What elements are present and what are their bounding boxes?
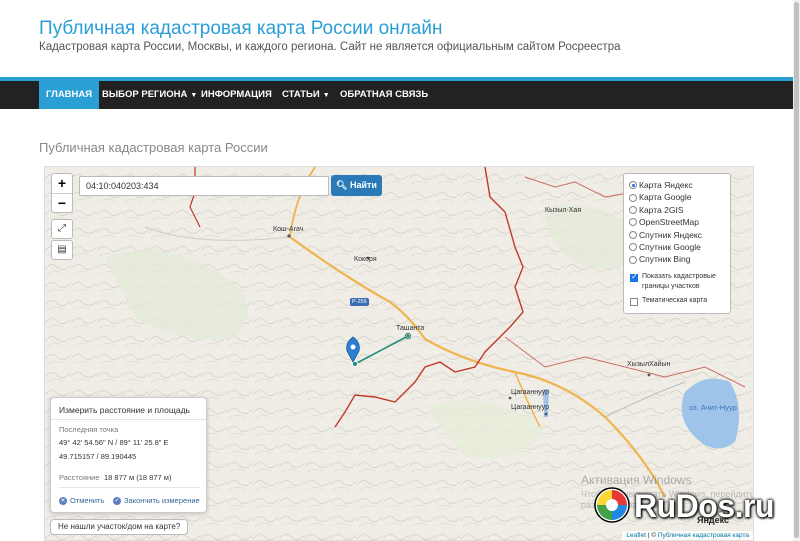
coord-decimal: 49.715157 / 89.190445 [59, 452, 137, 461]
checkbox-label: Показать кадастровые границы участков [642, 272, 716, 290]
expand-icon: ⤢ [58, 223, 66, 234]
layer-label: Карта Яндекс [639, 180, 693, 190]
distance-value: 18 877 м (18 877 м) [104, 473, 172, 482]
check-icon: ✓ [113, 496, 121, 505]
layer-label: Спутник Bing [639, 254, 691, 265]
place-label: Ташанта [396, 325, 425, 332]
fullscreen-button[interactable]: ⤢ [51, 219, 73, 239]
site-title[interactable]: Публичная кадастровая карта России онлай… [39, 18, 442, 40]
layer-option-google-map[interactable]: Карта Google [629, 191, 726, 203]
cancel-measure-button[interactable]: ✕ Отменить [59, 496, 104, 505]
cadastral-search-input[interactable] [79, 176, 329, 196]
layer-label: Карта 2GIS [639, 204, 684, 215]
show-boundaries-option[interactable]: Показать кадастровые границы участков [629, 272, 726, 292]
place-label: Кокоря [354, 256, 377, 263]
layer-option-bing-sat[interactable]: Спутник Bing [629, 253, 726, 265]
thematic-map-option[interactable]: Тематическая карта [629, 296, 726, 306]
radio-button[interactable] [629, 255, 637, 264]
map-attribution: Leaflet | © Публичная кадастровая карта [622, 531, 753, 540]
lake-label: оз. Ачит-Нуур [689, 403, 737, 412]
nav-item-home[interactable]: ГЛАВНАЯ [39, 81, 100, 109]
rudos-logo-text: RuDos.ru [634, 488, 775, 524]
layer-label: Спутник Google [639, 241, 701, 252]
site-description: Кадастровая карта России, Москвы, и кажд… [39, 41, 621, 53]
finish-measure-button[interactable]: ✓ Закончить измерение [113, 496, 200, 505]
zoom-control: + − [51, 173, 73, 213]
place-label: Кызыл-Хая [545, 207, 582, 214]
layer-label: Спутник Яндекс [639, 229, 702, 240]
scrollbar-thumb[interactable] [794, 2, 799, 538]
layer-label: Карта Google [639, 192, 692, 203]
search-icon: 🔍︎ [336, 180, 348, 190]
coord-dms: 49° 42' 54.56" N / 89° 11' 25.8" E [59, 438, 169, 447]
search-button-label: Найти [349, 180, 377, 190]
radio-button[interactable] [629, 230, 637, 239]
rudos-logo-icon [593, 486, 631, 524]
nav-item-articles[interactable]: СТАТЬИ ▼ [275, 81, 337, 109]
layer-switcher: Карта Яндекс Карта Google Карта 2GIS Ope… [623, 173, 731, 314]
layer-option-osm[interactable]: OpenStreetMap [629, 216, 726, 228]
checkbox[interactable] [630, 297, 638, 306]
place-label: Кош-Агач [273, 226, 304, 233]
close-icon: ✕ [59, 496, 67, 505]
zoom-in-button[interactable]: + [52, 174, 72, 193]
radio-button[interactable] [629, 193, 637, 202]
distance-label: Расстояние [59, 473, 100, 482]
divider [51, 419, 206, 420]
nav-label: ИНФОРМАЦИЯ [201, 89, 272, 100]
checkbox[interactable] [630, 272, 638, 282]
page-scrollbar[interactable] [793, 0, 800, 541]
nav-label: ГЛАВНАЯ [46, 89, 93, 100]
leaflet-link[interactable]: Leaflet [626, 532, 646, 539]
place-label: Цагааннуур [511, 404, 549, 411]
nav-item-feedback[interactable]: ОБРАТНАЯ СВЯЗЬ [333, 81, 435, 109]
not-found-button[interactable]: Не нашли участок/дом на карте? [50, 519, 189, 535]
measure-title: Измерить расстояние и площадь [59, 405, 190, 415]
nav-item-region[interactable]: ВЫБОР РЕГИОНА ▼ [95, 81, 204, 109]
layer-option-yandex-sat[interactable]: Спутник Яндекс [629, 229, 726, 241]
print-button[interactable]: ▤ [51, 240, 73, 260]
nav-label: ОБРАТНАЯ СВЯЗЬ [340, 89, 429, 100]
nav-item-info[interactable]: ИНФОРМАЦИЯ [194, 81, 279, 109]
windows-activation-title: Активация Windows [581, 473, 692, 487]
finish-label: Закончить измерение [124, 496, 200, 505]
place-label: ХызылХайын [627, 361, 671, 368]
layer-option-yandex-map[interactable]: Карта Яндекс [629, 179, 726, 191]
radio-button[interactable] [629, 218, 637, 227]
layer-option-google-sat[interactable]: Спутник Google [629, 241, 726, 253]
page-title: Публичная кадастровая карта России [39, 140, 268, 155]
radio-button[interactable] [629, 243, 637, 252]
site-header: Публичная кадастровая карта России онлай… [0, 0, 800, 81]
road-shield: Р-256 [350, 298, 369, 306]
pkk-link[interactable]: Публичная кадастровая карта [658, 532, 749, 539]
divider [59, 487, 200, 488]
radio-button[interactable] [629, 205, 637, 214]
main-navbar: ГЛАВНАЯ ВЫБОР РЕГИОНА ▼ ИНФОРМАЦИЯ СТАТЬИ… [0, 81, 793, 109]
chevron-down-icon: ▼ [322, 92, 330, 99]
radio-button[interactable] [629, 181, 637, 190]
cancel-label: Отменить [70, 496, 105, 505]
nav-label: СТАТЬИ [282, 89, 320, 100]
layer-label: OpenStreetMap [639, 217, 700, 228]
printer-icon: ▤ [57, 244, 67, 255]
measure-panel: Измерить расстояние и площадь Последняя … [50, 397, 207, 513]
map-container[interactable]: Кош-Агач Кокоря Ташанта Цагааннуур Цагаа… [44, 166, 754, 541]
layer-option-2gis-map[interactable]: Карта 2GIS [629, 204, 726, 216]
search-button[interactable]: 🔍︎ Найти [331, 175, 382, 196]
last-point-label: Последняя точка [59, 425, 119, 434]
zoom-out-button[interactable]: − [52, 193, 72, 212]
nav-label: ВЫБОР РЕГИОНА [102, 89, 188, 100]
checkbox-label: Тематическая карта [642, 296, 708, 304]
place-label: Цагааннуур [511, 389, 549, 396]
